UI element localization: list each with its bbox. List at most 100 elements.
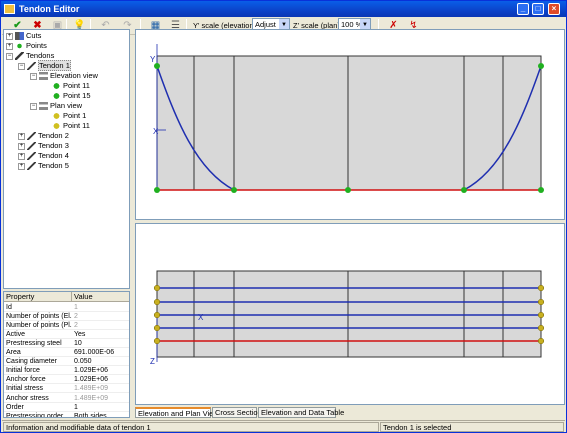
property-row[interactable]: Anchor force 1.029E+06 <box>4 375 129 385</box>
point-icon <box>52 82 61 91</box>
tree-item-label: Cuts <box>26 31 42 40</box>
plan-point[interactable] <box>153 298 161 306</box>
tree-item-point-11[interactable]: Point 11 <box>52 121 90 131</box>
tendon-point[interactable] <box>231 187 237 193</box>
property-value[interactable]: 1 <box>74 403 78 412</box>
plan-point[interactable] <box>153 284 161 292</box>
tendon-point[interactable] <box>154 63 160 69</box>
tree-item-plan-view[interactable]: − Plan view <box>30 101 82 111</box>
minimize-button[interactable]: _ <box>517 3 529 15</box>
property-value[interactable]: 691.000E-06 <box>74 348 114 357</box>
plan-point[interactable] <box>153 324 161 332</box>
tendon-point[interactable] <box>345 187 351 193</box>
collapse-icon[interactable]: − <box>18 62 25 70</box>
tendon-point[interactable] <box>538 187 544 193</box>
plan-point[interactable] <box>537 284 545 292</box>
title-bar[interactable]: Tendon Editor _ □ × <box>1 1 566 17</box>
tree-item-points[interactable]: + Points <box>6 41 47 51</box>
expand-icon[interactable]: + <box>18 162 25 170</box>
tree-item-point-1[interactable]: Point 1 <box>52 111 86 121</box>
tendon-point[interactable] <box>154 187 160 193</box>
property-value[interactable]: 1.489E+09 <box>74 384 108 393</box>
value-header[interactable]: Value <box>72 292 129 302</box>
expand-icon[interactable]: + <box>6 42 13 50</box>
property-row[interactable]: Number of points (Pl... 2 <box>4 321 129 331</box>
property-name: Anchor stress <box>6 394 49 402</box>
property-value[interactable]: 1 <box>74 303 78 312</box>
plan-point[interactable] <box>153 311 161 319</box>
property-value[interactable]: 2 <box>74 321 78 330</box>
tendon-icon <box>27 162 36 171</box>
property-value[interactable]: 0.050 <box>74 357 92 366</box>
tree-item-tendon-1[interactable]: − Tendon 1 <box>18 60 71 71</box>
property-row[interactable]: Id 1 <box>4 303 129 312</box>
property-row[interactable]: Active Yes <box>4 330 129 340</box>
z-axis-label: Z <box>150 357 155 366</box>
elevation-icon <box>39 72 48 81</box>
property-header[interactable]: Property <box>4 292 72 302</box>
property-name: Prestressing order <box>6 412 64 418</box>
tab-elevation-data-table[interactable]: Elevation and Data Table <box>258 407 344 418</box>
tree-item-label: Tendon 3 <box>38 141 69 150</box>
tree-item-point-11[interactable]: Point 11 <box>52 81 90 91</box>
tree-item-label: Tendon 1 <box>38 60 71 71</box>
property-row[interactable]: Area 691.000E-06 <box>4 348 129 358</box>
close-button[interactable]: × <box>548 3 560 15</box>
property-value[interactable]: Yes <box>74 330 85 339</box>
tendon-point[interactable] <box>461 187 467 193</box>
tree-item-tendon-3[interactable]: + Tendon 3 <box>18 141 69 151</box>
collapse-icon[interactable]: − <box>6 52 13 60</box>
collapse-icon[interactable]: − <box>30 72 37 80</box>
property-row[interactable]: Prestressing steel 10 <box>4 339 129 349</box>
expand-icon[interactable]: + <box>18 132 25 140</box>
tree-item-label: Tendon 5 <box>38 161 69 170</box>
tree-item-tendon-4[interactable]: + Tendon 4 <box>18 151 69 161</box>
tendon-icon <box>27 62 36 71</box>
property-row[interactable]: Initial force 1.029E+06 <box>4 366 129 376</box>
property-row[interactable]: Order 1 <box>4 403 129 412</box>
tree-item-point-15[interactable]: Point 15 <box>52 91 91 101</box>
plan-point[interactable] <box>537 298 545 306</box>
property-value[interactable]: 1.489E+09 <box>74 394 108 403</box>
property-row[interactable]: Casing diameter 0.050 <box>4 357 129 367</box>
property-value[interactable]: 2 <box>74 312 78 321</box>
property-row[interactable]: Initial stress 1.489E+09 <box>4 384 129 394</box>
plan-point[interactable] <box>537 311 545 319</box>
expand-icon[interactable]: + <box>6 32 13 40</box>
tree-view[interactable]: + Cuts + Points − Tendons − Tendon 1 − Elevat… <box>3 29 130 289</box>
tree-item-label: Tendons <box>26 51 55 60</box>
tree-item-cuts[interactable]: + Cuts <box>6 31 41 41</box>
tree-item-tendon-5[interactable]: + Tendon 5 <box>18 161 69 171</box>
plan-view-canvas[interactable]: X Z <box>135 223 565 405</box>
elevation-scale-value: Adjust <box>255 20 276 29</box>
y-axis-label: Y <box>150 55 156 64</box>
plan-point[interactable] <box>537 324 545 332</box>
point-icon <box>52 122 61 131</box>
tendons-icon <box>15 52 24 61</box>
property-grid[interactable]: Property Value Id 1 Number of points (El..… <box>3 291 130 418</box>
property-value[interactable]: 1.029E+06 <box>74 375 108 384</box>
property-name: Number of points (Pl... <box>6 322 72 330</box>
tree-item-tendon-2[interactable]: + Tendon 2 <box>18 131 69 141</box>
tendon-icon <box>27 142 36 151</box>
maximize-button[interactable]: □ <box>532 3 544 15</box>
collapse-icon[interactable]: − <box>30 102 37 110</box>
property-row[interactable]: Number of points (El... 2 <box>4 312 129 322</box>
property-value[interactable]: 10 <box>74 339 82 348</box>
property-value[interactable]: Both sides <box>74 412 107 417</box>
elevation-view-canvas[interactable]: Y X <box>135 29 565 220</box>
tree-item-label: Point 11 <box>63 81 90 90</box>
plan-point[interactable] <box>153 337 161 345</box>
expand-icon[interactable]: + <box>18 152 25 160</box>
property-row[interactable]: Anchor stress 1.489E+09 <box>4 394 129 403</box>
expand-icon[interactable]: + <box>18 142 25 150</box>
plan-drawing: X Z <box>150 270 545 366</box>
tab-elevation-plan[interactable]: Elevation and Plan Views <box>135 407 223 418</box>
tab-cross-section[interactable]: Cross Section <box>212 407 262 418</box>
property-value[interactable]: 1.029E+06 <box>74 366 108 375</box>
tree-item-elevation-view[interactable]: − Elevation view <box>30 71 98 81</box>
plan-point[interactable] <box>537 337 545 345</box>
tendon-point[interactable] <box>538 63 544 69</box>
property-row[interactable]: Prestressing order Both sides <box>4 412 129 418</box>
property-name: Initial stress <box>6 385 43 393</box>
